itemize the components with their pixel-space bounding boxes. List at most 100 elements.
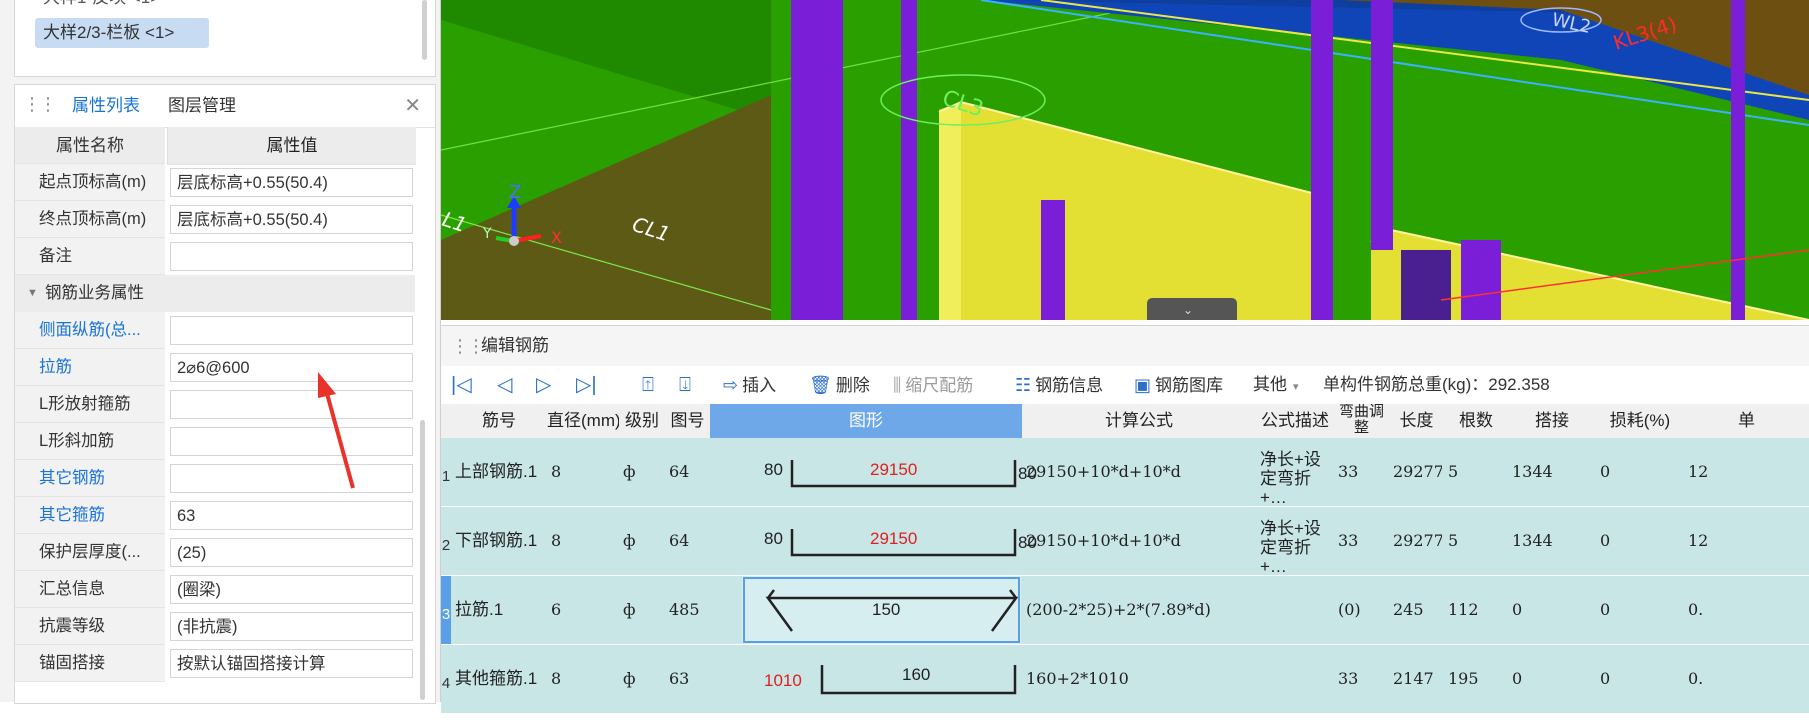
shape-right-dim: 80 <box>1018 464 1037 483</box>
cell-bend: 33 <box>1338 462 1359 481</box>
shape-cell[interactable]: 1010 160 <box>742 645 1021 713</box>
cell-formula: 160+2*1010 <box>1026 669 1129 688</box>
cell-unit: 12 <box>1688 531 1709 550</box>
column-header[interactable]: 计算公式 <box>1022 404 1257 439</box>
shape-mid-dim: 29150 <box>870 460 918 479</box>
column-header[interactable]: 单 <box>1684 404 1809 439</box>
3d-viewport[interactable]: CL3 CL1 L1 WL2 KL3(4) Z X Y ⌄ <box>441 0 1809 320</box>
cell-fig: 64 <box>669 462 690 481</box>
cell-lap: 0 <box>1512 600 1523 619</box>
shape-right-dim: 80 <box>1018 533 1037 552</box>
row-number: 1 <box>441 468 451 485</box>
scale-rebar-button[interactable]: ⫼ 缩尺配筋 <box>893 366 973 404</box>
cell-name: 下部钢筋.1 <box>455 531 538 550</box>
axis-x-label: X <box>551 228 562 247</box>
column-header[interactable]: 直径(mm) <box>547 404 620 439</box>
first-record-icon[interactable]: |◁ <box>451 366 472 404</box>
previous-record-icon[interactable]: ◁ <box>497 366 512 404</box>
axis-z-label: Z <box>509 182 521 203</box>
cell-fig: 485 <box>669 600 700 619</box>
cell-lap: 1344 <box>1512 462 1553 481</box>
column-header[interactable]: 根数 <box>1444 404 1509 439</box>
row-number: 4 <box>441 675 451 692</box>
insert-icon: ⇨ <box>723 375 739 395</box>
editor-titlebar: ⋮⋮ 编辑钢筋 <box>441 326 1809 366</box>
total-weight-label: 单构件钢筋总重(kg)：292.358 <box>1323 375 1550 394</box>
shape-left-dim: 1010 <box>764 671 802 690</box>
cell-length: 29277 <box>1393 531 1442 550</box>
column-header[interactable]: 损耗(%) <box>1596 404 1685 439</box>
table-row[interactable]: 1 上部钢筋.1 8 ф 64 29150+10*d+10*d 净长+设定弯折+… 33 292… <box>441 438 1809 507</box>
cell-dia: 8 <box>551 669 562 688</box>
cell-fig: 64 <box>669 531 690 550</box>
drag-handle-icon[interactable]: ⋮⋮ <box>451 326 485 366</box>
column-header[interactable]: 弯曲调整 <box>1334 404 1390 439</box>
info-list-icon: ☷ <box>1015 375 1032 395</box>
cell-formula: 29150+10*d+10*d <box>1026 531 1181 550</box>
cell-name: 其他箍筋.1 <box>455 669 538 688</box>
column-header[interactable]: 级别 <box>619 404 666 439</box>
column-header[interactable]: 公式描述 <box>1256 404 1335 439</box>
cell-count: 5 <box>1448 462 1459 481</box>
cell-loss: 0 <box>1600 531 1611 550</box>
cell-count: 195 <box>1448 669 1479 688</box>
column-header[interactable]: 筋号 <box>451 404 548 439</box>
cell-length: 29277 <box>1393 462 1442 481</box>
shape-mid-dim: 150 <box>872 600 901 619</box>
rebar-library-button[interactable]: ▣ 钢筋图库 <box>1134 366 1223 404</box>
cell-dia: 8 <box>551 462 562 481</box>
table-row[interactable]: 4 其他箍筋.1 8 ф 63 160+2*1010 33 2147 195 0 0 0. 1010 16… <box>441 645 1809 714</box>
shape-left-dim: 80 <box>764 460 783 479</box>
cell-name: 拉筋.1 <box>455 600 504 619</box>
axis-y-label: Y <box>482 226 492 242</box>
cell-unit: 12 <box>1688 462 1709 481</box>
delete-button[interactable]: 🗑 删除 <box>809 366 870 404</box>
move-up-icon[interactable]: ⍐ <box>642 366 654 404</box>
shape-left-dim: 80 <box>764 529 783 548</box>
table-row[interactable]: 3 拉筋.1 6 ф 485 (200-2*25)+2*(7.89*d) (0) 245 112… <box>441 576 1809 645</box>
column-header[interactable]: 图号 <box>665 404 711 439</box>
collapse-panel-tab[interactable]: ⌄ <box>1147 298 1237 320</box>
cell-desc: 净长+设定弯折+… <box>1260 519 1321 576</box>
table-row[interactable]: 2 下部钢筋.1 8 ф 64 29150+10*d+10*d 净长+设定弯折+… 33 292… <box>441 507 1809 576</box>
last-record-icon[interactable]: ▷| <box>576 366 597 404</box>
cell-length: 2147 <box>1393 669 1434 688</box>
cell-lap: 1344 <box>1512 531 1553 550</box>
column-header[interactable]: 搭接 <box>1508 404 1597 439</box>
shape-cell[interactable]: 80 29150 80 <box>742 507 1037 575</box>
chevron-down-icon[interactable]: ⌄ <box>1183 303 1193 317</box>
row-number: 2 <box>441 537 451 554</box>
cell-count: 5 <box>1448 531 1459 550</box>
annotation-arrow <box>318 372 355 489</box>
shape-cell[interactable]: 150 <box>742 576 1021 644</box>
row-number: 3 <box>441 576 451 644</box>
editor-title: 编辑钢筋 <box>481 336 549 355</box>
cell-formula: 29150+10*d+10*d <box>1026 462 1181 481</box>
column-header[interactable]: 长度 <box>1389 404 1445 439</box>
cell-unit: 0. <box>1688 600 1704 619</box>
cell-grade: ф <box>623 531 636 550</box>
cell-unit: 0. <box>1688 669 1704 688</box>
move-down-icon[interactable]: ⍗ <box>679 366 691 404</box>
cell-grade: ф <box>623 462 636 481</box>
cell-name: 上部钢筋.1 <box>455 462 538 481</box>
cell-grade: ф <box>623 600 636 619</box>
rebar-info-button[interactable]: ☷ 钢筋信息 <box>1015 366 1103 404</box>
scale-icon: ⫼ <box>893 375 902 395</box>
next-record-icon[interactable]: ▷ <box>536 366 551 404</box>
cell-loss: 0 <box>1600 600 1611 619</box>
shape-mid-dim: 29150 <box>870 529 918 548</box>
cell-grade: ф <box>623 669 636 688</box>
cell-length: 245 <box>1393 600 1424 619</box>
trash-icon: 🗑 <box>809 375 832 395</box>
cell-count: 112 <box>1448 600 1479 619</box>
shape-cell[interactable]: 80 29150 80 <box>742 438 1037 506</box>
cell-loss: 0 <box>1600 462 1611 481</box>
cell-fig: 63 <box>669 669 690 688</box>
dropdown-arrow-icon: ▾ <box>1293 381 1299 393</box>
other-dropdown[interactable]: 其他 ▾ <box>1253 366 1299 404</box>
column-header[interactable]: 图形 <box>710 404 1023 439</box>
insert-button[interactable]: ⇨ 插入 <box>723 366 776 404</box>
cell-bend: 33 <box>1338 669 1359 688</box>
cell-dia: 8 <box>551 531 562 550</box>
